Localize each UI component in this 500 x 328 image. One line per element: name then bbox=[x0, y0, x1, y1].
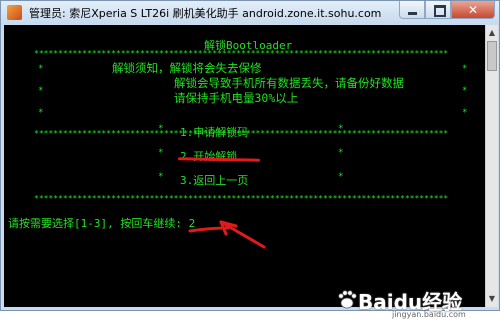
menu-star-l1: * bbox=[158, 124, 164, 134]
menu-item-start-unlock[interactable]: 2.开始解锁 bbox=[180, 148, 237, 164]
title-bar[interactable]: 管理员: 索尼Xperia S LT26i 刷机美化助手 android.zon… bbox=[1, 1, 499, 24]
console-window: 管理员: 索尼Xperia S LT26i 刷机美化助手 android.zon… bbox=[0, 0, 500, 311]
input-prompt[interactable]: 请按需要选择[1-3], 按回车继续: 2 bbox=[8, 215, 195, 231]
star-right-2: * bbox=[462, 86, 468, 96]
notice-line-1: 解锁须知，解锁将会失去保修 bbox=[112, 61, 262, 75]
vertical-scrollbar[interactable]: ▲ ▼ bbox=[485, 25, 498, 307]
star-border-bottom: ****************************************… bbox=[34, 195, 449, 203]
star-left-2: * bbox=[38, 86, 44, 96]
star-right-3: * bbox=[462, 108, 468, 118]
menu-star-r2: * bbox=[338, 148, 344, 158]
close-button[interactable]: ✕ bbox=[451, 1, 495, 19]
scroll-up-icon[interactable]: ▲ bbox=[487, 27, 497, 39]
notice-line-2: 解锁会导致手机所有数据丢失，请备份好数据 bbox=[174, 76, 404, 90]
console-output[interactable]: 解锁Bootloader ***************************… bbox=[4, 25, 485, 307]
maximize-icon bbox=[434, 5, 446, 17]
star-left-1: * bbox=[38, 64, 44, 74]
scroll-thumb[interactable] bbox=[487, 41, 497, 71]
menu-star-l2: * bbox=[158, 148, 164, 158]
menu-star-r1: * bbox=[338, 124, 344, 134]
window-title: 管理员: 索尼Xperia S LT26i 刷机美化助手 android.zon… bbox=[29, 7, 382, 20]
notice-line-3: 请保持手机电量30%以上 bbox=[174, 91, 299, 105]
watermark-url: jingyan.baidu.com bbox=[392, 310, 466, 319]
star-right-1: * bbox=[462, 64, 468, 74]
app-icon bbox=[7, 5, 22, 20]
star-border-top: ****************************************… bbox=[34, 50, 449, 58]
maximize-button[interactable] bbox=[425, 1, 451, 19]
star-left-3: * bbox=[38, 108, 44, 118]
menu-star-r3: * bbox=[338, 172, 344, 182]
minimize-button[interactable] bbox=[399, 1, 425, 19]
menu-item-apply-code[interactable]: 1.申请解锁码 bbox=[180, 124, 248, 140]
minimize-icon bbox=[408, 12, 417, 15]
star-border-middle: ****************************************… bbox=[34, 130, 449, 138]
menu-item-back[interactable]: 3.返回上一页 bbox=[180, 172, 248, 188]
close-icon: ✕ bbox=[467, 3, 479, 17]
paw-icon bbox=[338, 290, 357, 309]
watermark: Baidu经验 jingyan.baidu.com bbox=[322, 286, 492, 320]
menu-star-l3: * bbox=[158, 172, 164, 182]
window-controls: ✕ bbox=[399, 1, 495, 20]
